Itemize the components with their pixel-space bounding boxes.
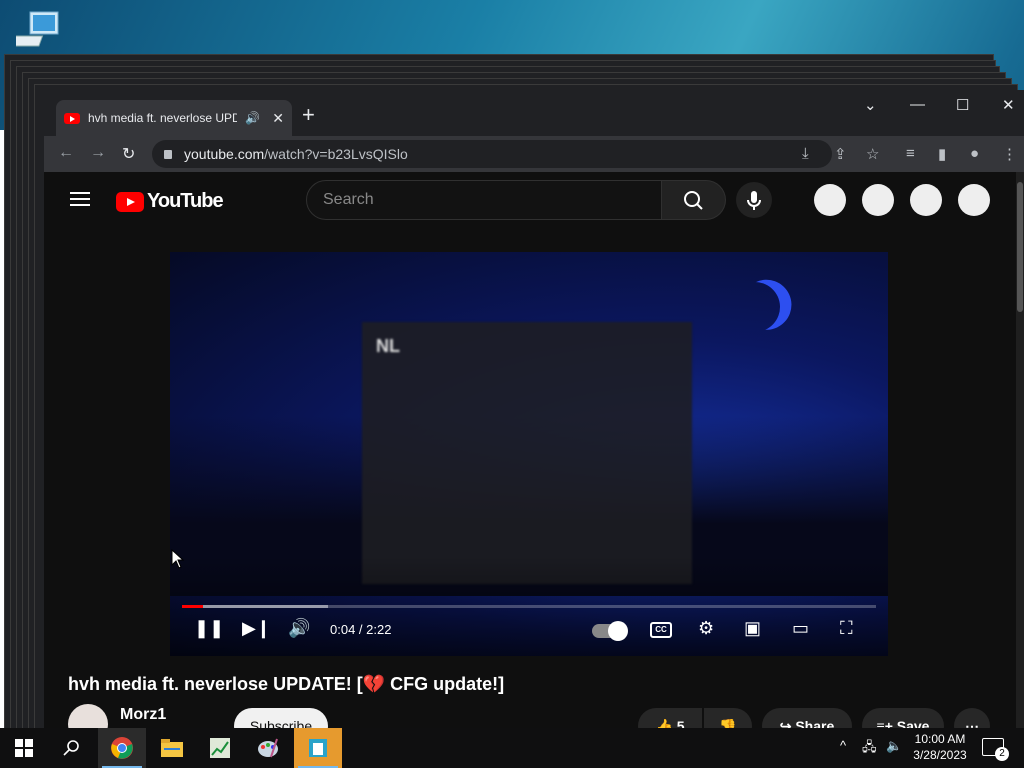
taskbar: ^ 🖧 🔈 10:00 AM 3/28/2023 2 [0, 728, 1024, 768]
browser-toolbar: ← → ↻ youtube.com/watch?v=b23LvsQISlo ⤓ … [44, 136, 1024, 172]
more-actions-button[interactable]: ⋯ [954, 708, 990, 730]
tab-title: hvh media ft. neverlose UPDATE! [ [87, 111, 238, 125]
mouse-cursor-icon [171, 549, 185, 569]
captions-icon[interactable]: CC [650, 622, 672, 638]
page-scrollbar[interactable] [1016, 172, 1024, 730]
start-button[interactable] [0, 728, 48, 768]
lock-icon [164, 149, 172, 159]
clock-time: 10:00 AM [914, 732, 966, 746]
action-center-icon[interactable]: 2 [982, 738, 1009, 761]
next-video-icon[interactable]: ▶❙ [242, 618, 271, 639]
paint-taskbar-app[interactable] [244, 728, 292, 768]
chrome-menu-icon[interactable]: ⋮ [1002, 145, 1017, 163]
chrome-taskbar-app[interactable] [98, 728, 146, 768]
share-button[interactable]: ↪ Share [762, 708, 852, 730]
search-icon [684, 191, 703, 210]
played-bar [182, 605, 203, 608]
volume-icon[interactable]: 🔊 [288, 618, 310, 639]
time-display: 0:04 / 2:22 [330, 622, 392, 637]
install-app-icon[interactable]: ⤓ [802, 145, 809, 162]
file-explorer-taskbar-app[interactable] [148, 728, 196, 768]
microphone-icon [747, 191, 761, 210]
like-button[interactable]: 👍 5 [638, 708, 702, 730]
share-page-icon[interactable]: ⇪ [834, 145, 847, 163]
profile-icon[interactable]: ● [970, 145, 979, 162]
notification-count-badge: 2 [995, 747, 1009, 761]
chrome-window: hvh media ft. neverlose UPDATE! [ 🔊 ✕ + … [44, 90, 1024, 730]
speaker-icon[interactable]: 🔊 [245, 111, 260, 125]
maximize-button[interactable]: ☐ [956, 96, 969, 114]
hamburger-menu-icon[interactable] [70, 192, 90, 206]
clock-date: 3/28/2023 [913, 748, 967, 762]
header-circle-button[interactable] [958, 184, 990, 216]
channel-name[interactable]: Morz1 [120, 706, 166, 724]
miniplayer-icon[interactable]: ▣ [744, 618, 761, 639]
reload-icon[interactable]: ↻ [122, 144, 135, 164]
back-arrow-icon[interactable]: ← [58, 144, 74, 162]
header-circle-button[interactable] [814, 184, 846, 216]
new-tab-button[interactable]: + [302, 104, 315, 126]
search-button[interactable] [662, 180, 726, 220]
notepad-taskbar-app[interactable] [196, 728, 244, 768]
autoplay-toggle[interactable] [592, 621, 628, 641]
youtube-wordmark: YouTube [147, 190, 224, 212]
this-pc-desktop-icon[interactable] [4, 10, 62, 54]
search-input[interactable]: Search [306, 180, 662, 220]
pause-icon[interactable]: ❚❚ [194, 618, 224, 639]
panel-logo: NL [376, 336, 400, 356]
media-control-icon[interactable]: ≡ [906, 145, 915, 162]
active-tab[interactable]: hvh media ft. neverlose UPDATE! [ 🔊 ✕ [56, 100, 292, 136]
voice-search-button[interactable] [736, 182, 772, 218]
blurred-menu-panel: NL [362, 322, 692, 584]
title-bar: hvh media ft. neverlose UPDATE! [ 🔊 ✕ + … [44, 90, 1024, 136]
progress-bar[interactable] [182, 605, 876, 608]
app-window-icon [309, 739, 327, 757]
url-text: youtube.com/watch?v=b23LvsQISlo [184, 146, 408, 162]
tab-close-icon[interactable]: ✕ [272, 110, 284, 127]
subscribe-button[interactable]: Subscribe [234, 708, 328, 730]
video-player[interactable]: NL ❚❚ ▶❙ 🔊 0:04 / 2:22 CC ⚙ ▣ ▭ ⛶ [170, 252, 888, 656]
channel-avatar[interactable] [68, 704, 108, 730]
bookmark-star-icon[interactable]: ☆ [866, 145, 879, 163]
folder-icon [161, 739, 183, 757]
search-taskbar-button[interactable] [48, 728, 96, 768]
tab-search-icon[interactable]: ⌄ [864, 96, 877, 114]
active-app-taskbar-button[interactable] [294, 728, 342, 768]
header-circle-button[interactable] [862, 184, 894, 216]
chrome-icon [111, 737, 133, 759]
youtube-favicon-icon [64, 112, 80, 124]
palette-icon [258, 738, 278, 758]
theater-mode-icon[interactable]: ▭ [792, 618, 809, 639]
youtube-page: YouTube Search NL ❚❚ ▶❙ 🔊 0:04 / 2:22 CC… [44, 172, 1024, 730]
header-circle-button[interactable] [910, 184, 942, 216]
forward-arrow-icon[interactable]: → [90, 144, 106, 162]
save-button[interactable]: ≡+ Save [862, 708, 944, 730]
volume-tray-icon[interactable]: 🔈 [886, 738, 902, 754]
chart-file-icon [210, 738, 230, 758]
close-button[interactable]: ✕ [1002, 96, 1015, 114]
tray-overflow-chevron-icon[interactable]: ^ [840, 738, 846, 753]
address-bar[interactable]: youtube.com/watch?v=b23LvsQISlo [152, 140, 832, 168]
system-clock[interactable]: 10:00 AM 3/28/2023 [908, 731, 972, 763]
network-icon[interactable]: 🖧 [862, 738, 877, 760]
settings-gear-icon[interactable]: ⚙ [698, 618, 714, 639]
windows-logo-icon [15, 739, 33, 757]
youtube-play-logo-icon [116, 191, 144, 212]
search-icon [63, 740, 79, 756]
dislike-button[interactable]: 👎 [704, 708, 752, 730]
fullscreen-icon[interactable]: ⛶ [840, 618, 853, 639]
buffered-bar [182, 605, 328, 608]
youtube-logo[interactable]: YouTube [116, 190, 224, 213]
minimize-button[interactable]: — [910, 96, 925, 113]
side-panel-icon[interactable]: ▮ [938, 145, 946, 163]
video-title: hvh media ft. neverlose UPDATE! [💔 CFG u… [68, 674, 505, 694]
